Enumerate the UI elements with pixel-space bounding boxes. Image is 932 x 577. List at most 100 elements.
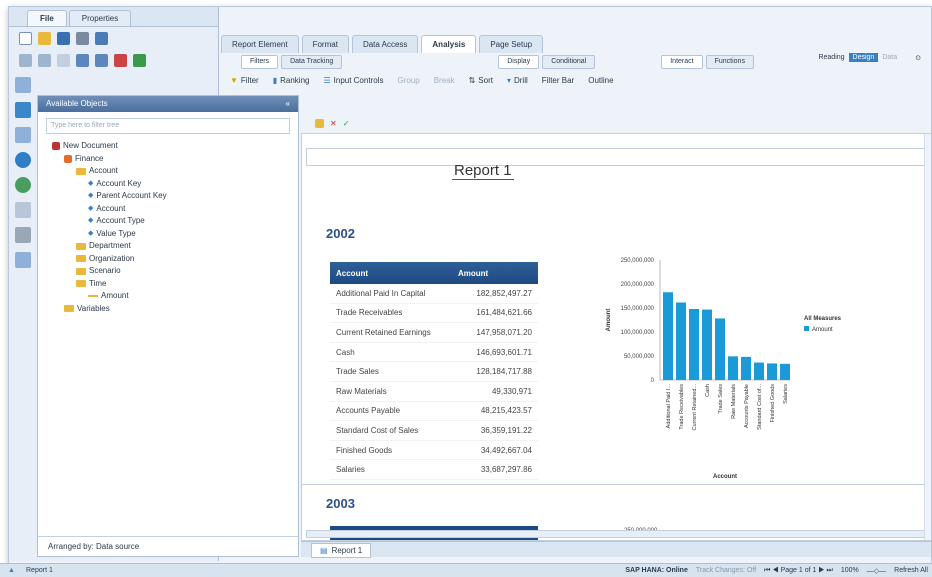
ranking-icon: ▮ xyxy=(272,75,278,85)
y-tick-label: 200,000,000 xyxy=(621,282,655,288)
tree-item-label: Parent Account Key xyxy=(96,191,167,200)
open-folder-icon[interactable] xyxy=(38,31,51,45)
tab-format[interactable]: Format xyxy=(301,35,349,53)
web-services-icon[interactable] xyxy=(15,152,31,168)
page-navigation[interactable]: ⏮ ◀ Page 1 of 1 ▶ ⏭ xyxy=(764,567,833,575)
subtab-conditional[interactable]: Conditional xyxy=(542,55,596,69)
tree-item[interactable]: Variables xyxy=(52,303,298,316)
formula-bar-input[interactable] xyxy=(306,148,926,166)
header-account[interactable]: Account xyxy=(330,269,448,278)
dimension-icon: ◆ xyxy=(88,204,94,212)
sort-icon: ⇅ xyxy=(468,75,476,85)
y-tick-label: 0 xyxy=(651,378,655,384)
tree-item[interactable]: Organization xyxy=(52,253,298,266)
horizontal-scrollbar[interactable] xyxy=(306,530,926,538)
folder-icon xyxy=(76,267,86,275)
tree-item[interactable]: ◆ Account Type xyxy=(52,215,298,228)
copy-icon[interactable] xyxy=(38,53,51,67)
new-document-icon[interactable] xyxy=(19,31,32,45)
tree-item[interactable]: ◆ Parent Account Key xyxy=(52,190,298,203)
section-separator xyxy=(302,484,931,485)
tree-item[interactable]: ◆ Account xyxy=(52,203,298,216)
mode-design[interactable]: Design xyxy=(848,53,879,62)
data-sources-icon[interactable] xyxy=(15,227,31,243)
delete-icon[interactable] xyxy=(114,53,127,67)
zoom-level[interactable]: 100% xyxy=(841,567,859,575)
ranking-button[interactable]: ▮ Ranking xyxy=(270,74,313,87)
tab-properties[interactable]: Properties xyxy=(68,10,132,26)
table-row[interactable]: Salaries 33,687,297.86 xyxy=(330,460,538,480)
tree-item[interactable]: Department xyxy=(52,240,298,253)
refresh-icon[interactable] xyxy=(133,53,146,67)
tree-item[interactable]: ◆ Value Type xyxy=(52,228,298,241)
table-row[interactable]: Current Retained Earnings 147,958,071.20 xyxy=(330,323,538,343)
available-objects-icon[interactable] xyxy=(15,177,31,193)
tree-item[interactable]: New Document xyxy=(52,140,298,153)
table-row[interactable]: Raw Materials 49,330,971 xyxy=(330,382,538,402)
status-report-select[interactable]: Report 1 xyxy=(26,567,53,574)
table-row[interactable]: Trade Sales 128,184,717.88 xyxy=(330,362,538,382)
table-row[interactable]: Standard Cost of Sales 36,359,191.22 xyxy=(330,421,538,441)
mode-data[interactable]: Data xyxy=(882,54,897,61)
tree-item[interactable]: ◆ Account Key xyxy=(52,178,298,191)
subtab-data-tracking[interactable]: Data Tracking xyxy=(281,55,343,69)
tab-file[interactable]: File xyxy=(27,10,67,26)
vertical-scrollbar[interactable] xyxy=(924,134,931,540)
tab-report-element[interactable]: Report Element xyxy=(221,35,299,53)
report-tab[interactable]: ▤ Report 1 xyxy=(311,543,372,558)
mode-reading[interactable]: Reading xyxy=(818,54,844,61)
tree-item[interactable]: Account xyxy=(52,165,298,178)
filter-bar-button[interactable]: Filter Bar xyxy=(539,74,577,87)
tree-item[interactable]: Finance xyxy=(52,153,298,166)
navigation-map-icon[interactable] xyxy=(15,252,31,268)
print-icon[interactable] xyxy=(76,31,89,45)
table-row[interactable]: Trade Receivables 161,484,621.66 xyxy=(330,304,538,324)
help-icon[interactable]: ⊙ xyxy=(915,54,921,62)
save-icon[interactable] xyxy=(57,31,70,45)
report-map-icon[interactable] xyxy=(15,102,31,118)
table-row[interactable]: Cash 146,693,601.71 xyxy=(330,343,538,363)
paste-icon[interactable] xyxy=(57,53,70,67)
formula-editor-icon[interactable] xyxy=(315,118,324,128)
zoom-slider[interactable]: —◇— xyxy=(867,567,886,575)
input-controls-icon[interactable] xyxy=(15,127,31,143)
input-controls-button[interactable]: ☰ Input Controls xyxy=(320,74,386,87)
tree-item[interactable]: Time xyxy=(52,278,298,291)
folder-icon xyxy=(76,280,86,288)
drill-button[interactable]: ▾ Drill xyxy=(504,74,531,87)
tab-data-access[interactable]: Data Access xyxy=(351,35,419,53)
account-cell: Finished Goods xyxy=(336,445,393,455)
group-button[interactable]: Group xyxy=(394,74,422,87)
filter-button[interactable]: ▼ Filter xyxy=(227,74,262,87)
tab-analysis[interactable]: Analysis xyxy=(421,35,477,53)
table-row[interactable]: Additional Paid In Capital 182,852,497.27 xyxy=(330,284,538,304)
find-icon[interactable] xyxy=(95,31,108,45)
y-axis-title: Amount xyxy=(606,309,612,332)
cancel-formula-icon[interactable]: ✕ xyxy=(330,119,337,128)
undo-icon[interactable] xyxy=(76,53,89,67)
subtab-interact[interactable]: Interact xyxy=(661,55,703,69)
validate-formula-icon[interactable]: ✓ xyxy=(343,119,350,128)
header-amount[interactable]: Amount xyxy=(448,269,538,278)
status-track-changes[interactable]: Track Changes: Off xyxy=(696,567,756,575)
tree-item[interactable]: Amount xyxy=(52,290,298,303)
x-tick-label: Additional Paid I... xyxy=(666,384,672,429)
subtab-display[interactable]: Display xyxy=(498,55,540,69)
break-button[interactable]: Break xyxy=(431,74,458,87)
table-row[interactable]: Accounts Payable 48,215,423.57 xyxy=(330,402,538,422)
sort-button[interactable]: ⇅ Sort xyxy=(466,74,496,87)
subtab-filters[interactable]: Filters xyxy=(241,55,279,69)
redo-icon[interactable] xyxy=(95,53,108,67)
refresh-all-button[interactable]: Refresh All xyxy=(894,567,928,575)
subtab-functions[interactable]: Functions xyxy=(705,55,754,69)
tree-item[interactable]: Scenario xyxy=(52,265,298,278)
table-row[interactable]: Finished Goods 34,492,667.04 xyxy=(330,441,538,461)
arranged-by-select[interactable]: Arranged by: Data source xyxy=(38,536,298,556)
tree-item-label: Time xyxy=(89,278,107,288)
document-summary-icon[interactable] xyxy=(15,77,31,93)
outline-button[interactable]: Outline xyxy=(585,74,616,87)
cut-icon[interactable] xyxy=(19,53,32,67)
document-structure-icon[interactable] xyxy=(15,202,31,218)
account-cell: Trade Receivables xyxy=(336,308,403,318)
tab-page-setup[interactable]: Page Setup xyxy=(479,35,544,53)
